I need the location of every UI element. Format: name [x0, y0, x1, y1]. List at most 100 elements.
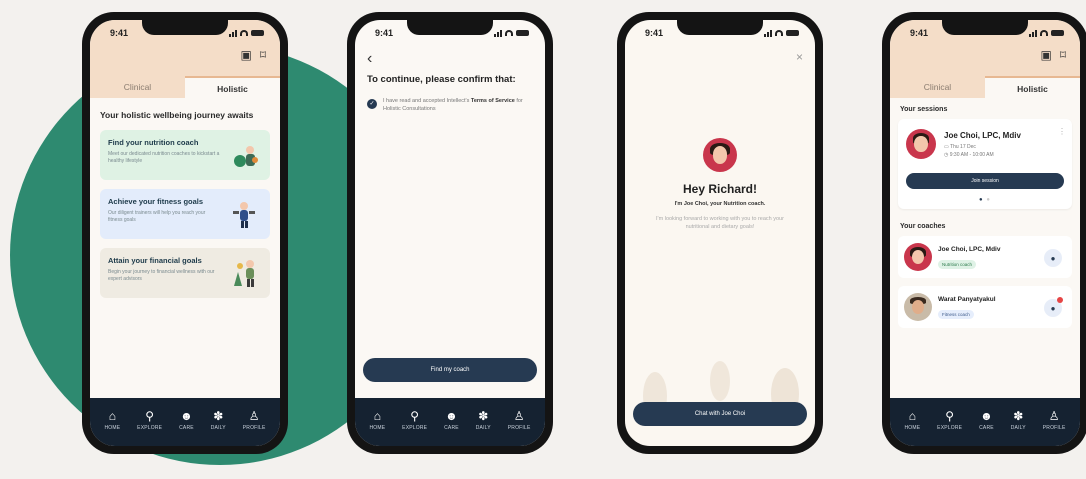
nav-label: PROFILE — [242, 424, 266, 431]
screen-sessions: 9:41 ▣ ⌑ Clinical Holistic Your sessions… — [890, 20, 1080, 446]
status-time: 9:41 — [910, 28, 929, 38]
session-coach-name: Joe Choi, LPC, Mdiv — [944, 131, 1021, 140]
bookmark-icon[interactable]: ⌑ — [260, 48, 266, 62]
nav-label: DAILY — [1010, 424, 1026, 431]
nav-home[interactable]: ⌂ HOME — [904, 410, 920, 431]
signal-icon — [1029, 29, 1037, 37]
fitness-illustration — [233, 202, 255, 228]
nav-daily[interactable]: ✽ DAILY — [1011, 410, 1026, 431]
nav-care[interactable]: ☻ CARE — [979, 410, 994, 431]
close-icon[interactable]: × — [796, 50, 803, 64]
daily-icon: ✽ — [1013, 408, 1024, 423]
bookmark-icon[interactable]: ⌑ — [1060, 48, 1066, 62]
chat-icon[interactable]: ● — [1044, 297, 1063, 317]
nav-label: PROFILE — [1042, 424, 1066, 431]
status-time: 9:41 — [110, 28, 129, 38]
coach-tag: Fitness coach — [938, 310, 974, 319]
session-time-text: 9:30 AM - 10:00 AM — [949, 152, 994, 158]
back-icon[interactable]: ‹ — [367, 50, 533, 68]
section-heading: Your holistic wellbeing journey awaits — [100, 110, 254, 120]
care-icon: ☻ — [180, 408, 193, 423]
battery-icon — [786, 30, 799, 36]
nav-label: EXPLORE — [137, 424, 163, 431]
nav-label: CARE — [179, 424, 194, 431]
financial-goals-card[interactable]: Attain your financial goals Begin your j… — [100, 248, 270, 298]
showcase-stage: 9:41 ▣ ⌑ Clinical Holistic Your holistic… — [0, 0, 1086, 479]
nav-label: PROFILE — [507, 424, 531, 431]
nav-explore[interactable]: ⚲ EXPLORE — [402, 410, 427, 431]
nav-daily[interactable]: ✽ DAILY — [211, 410, 226, 431]
session-card: Joe Choi, LPC, Mdiv ▭ Thu 17 Dec ◷ 9:30 … — [898, 119, 1072, 209]
session-time: ◷ 9:30 AM - 10:00 AM — [944, 152, 994, 158]
coach-row[interactable]: Warat Panyatyakul Fitness coach ● — [898, 286, 1072, 328]
nutrition-coach-card[interactable]: Find your nutrition coach Meet our dedic… — [100, 130, 270, 180]
wifi-icon — [240, 30, 248, 36]
card-description: Our diligent trainers will help you reac… — [108, 210, 206, 223]
checkbox-checked-icon[interactable]: ✓ — [367, 99, 377, 109]
carousel-dots: ● ● — [979, 197, 991, 203]
chat-with-coach-button[interactable]: Chat with Joe Choi — [633, 402, 807, 426]
tab-clinical[interactable]: Clinical — [890, 76, 985, 98]
tab-clinical[interactable]: Clinical — [90, 76, 185, 98]
consent-title: To continue, please confirm that: — [367, 74, 516, 85]
phone-notch — [942, 20, 1028, 35]
coach-avatar — [904, 243, 932, 271]
sessions-heading: Your sessions — [900, 106, 948, 113]
search-icon: ⚲ — [410, 408, 420, 423]
fitness-goals-card[interactable]: Achieve your fitness goals Our diligent … — [100, 189, 270, 239]
phone-holistic-home: 9:41 ▣ ⌑ Clinical Holistic Your holistic… — [82, 12, 288, 454]
phone-consent: 9:41 ‹ To continue, please confirm that:… — [347, 12, 553, 454]
status-time: 9:41 — [375, 28, 394, 38]
coach-avatar — [904, 293, 932, 321]
more-icon[interactable]: ⋮ — [1058, 127, 1066, 136]
battery-icon — [516, 30, 529, 36]
home-icon: ⌂ — [373, 408, 381, 423]
records-icon[interactable]: ▣ — [1040, 48, 1051, 62]
nav-label: DAILY — [475, 424, 491, 431]
nav-care[interactable]: ☻ CARE — [444, 410, 459, 431]
home-icon: ⌂ — [908, 408, 916, 423]
nav-care[interactable]: ☻ CARE — [179, 410, 194, 431]
nav-label: HOME — [904, 424, 921, 431]
nav-label: DAILY — [210, 424, 226, 431]
care-icon: ☻ — [445, 408, 458, 423]
coaches-heading: Your coaches — [900, 223, 946, 230]
nav-profile[interactable]: ♙ PROFILE — [243, 410, 266, 431]
signal-icon — [229, 29, 237, 37]
tab-holistic[interactable]: Holistic — [185, 76, 280, 98]
nutrition-illustration — [234, 146, 258, 167]
nav-home[interactable]: ⌂ HOME — [104, 410, 120, 431]
nav-home[interactable]: ⌂ HOME — [369, 410, 385, 431]
notification-dot — [1057, 297, 1063, 303]
join-session-button[interactable]: Join session — [906, 173, 1064, 189]
care-icon: ☻ — [980, 408, 993, 423]
chat-icon[interactable]: ● — [1044, 249, 1062, 267]
consent-text-pre: I have read and accepted Intellect's — [383, 98, 471, 104]
nav-profile[interactable]: ♙ PROFILE — [508, 410, 531, 431]
profile-icon: ♙ — [248, 408, 260, 423]
nav-explore[interactable]: ⚲ EXPLORE — [137, 410, 162, 431]
find-coach-button[interactable]: Find my coach — [363, 358, 537, 382]
coach-intro: I'm Joe Choi, your Nutrition coach. — [674, 201, 766, 207]
nav-label: EXPLORE — [402, 424, 428, 431]
session-date: ▭ Thu 17 Dec — [944, 144, 976, 150]
phone-coach-intro: 9:41 × Hey Richard! I'm Joe Choi, your N… — [617, 12, 823, 454]
terms-link[interactable]: Terms of Service — [471, 98, 515, 104]
nav-explore[interactable]: ⚲ EXPLORE — [937, 410, 962, 431]
profile-icon: ♙ — [1048, 408, 1060, 423]
records-icon[interactable]: ▣ — [240, 48, 251, 62]
daily-icon: ✽ — [478, 408, 489, 423]
bottom-nav: ⌂ HOME ⚲ EXPLORE ☻ CARE ✽ DAILY ♙ PROFILE — [90, 398, 280, 446]
nav-daily[interactable]: ✽ DAILY — [476, 410, 491, 431]
daily-icon: ✽ — [213, 408, 224, 423]
search-icon: ⚲ — [945, 408, 955, 423]
coach-name: Warat Panyatyakul — [938, 296, 996, 303]
coach-row[interactable]: Joe Choi, LPC, Mdiv Nutrition coach ● — [898, 236, 1072, 278]
nav-label: CARE — [979, 424, 994, 431]
nav-profile[interactable]: ♙ PROFILE — [1043, 410, 1066, 431]
home-icon: ⌂ — [108, 408, 116, 423]
tab-holistic[interactable]: Holistic — [985, 76, 1080, 98]
coach-name: Joe Choi, LPC, Mdiv — [938, 246, 1001, 253]
coach-tag: Nutrition coach — [938, 260, 977, 269]
phone-notch — [407, 20, 493, 35]
